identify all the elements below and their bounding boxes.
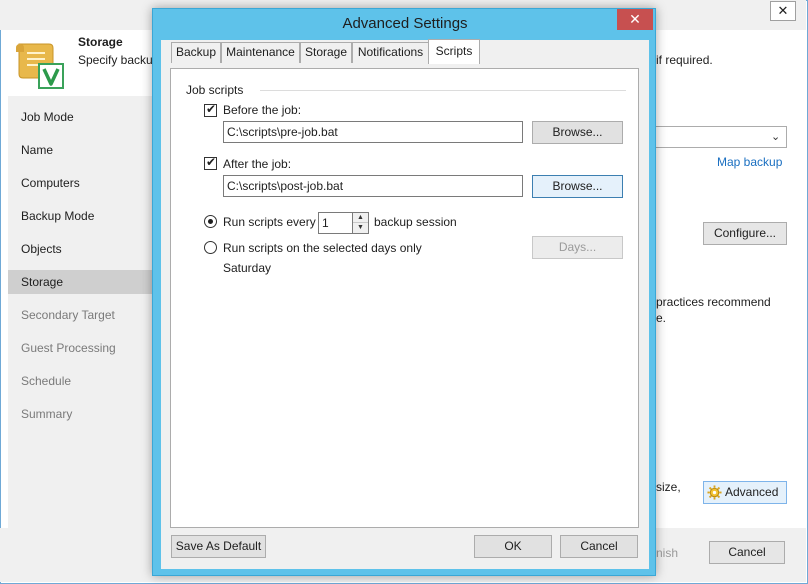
advanced-button[interactable]: Advanced (703, 481, 787, 504)
job-scripts-group-label: Job scripts (186, 83, 244, 97)
dialog-title: Advanced Settings (342, 15, 468, 32)
wizard-header-description: Specify backu (78, 53, 153, 67)
spin-down-icon[interactable]: ▼ (353, 223, 368, 233)
before-job-checkbox[interactable]: ✔ (204, 102, 217, 117)
sidebar-item-backup-mode[interactable]: Backup Mode (21, 209, 94, 223)
sidebar-item-guest-processing[interactable]: Guest Processing (21, 341, 116, 355)
run-every-value-input[interactable]: 1 (318, 212, 354, 234)
sidebar-item-computers[interactable]: Computers (21, 176, 80, 190)
close-icon: ✕ (629, 11, 641, 27)
group-divider (260, 90, 626, 91)
configure-button[interactable]: Configure... (703, 222, 787, 245)
wizard-close-button[interactable]: ✕ (770, 1, 796, 21)
sidebar-item-schedule[interactable]: Schedule (21, 374, 71, 388)
tab-storage[interactable]: Storage (300, 42, 352, 63)
ok-button[interactable]: OK (474, 535, 552, 558)
after-job-checkbox[interactable]: ✔ (204, 155, 217, 170)
run-every-stepper[interactable]: ▲ ▼ (352, 212, 369, 234)
sidebar-item-job-mode[interactable]: Job Mode (21, 110, 74, 124)
before-job-label: Before the job: (223, 103, 302, 117)
sidebar-item-storage[interactable]: Storage (21, 275, 63, 289)
tab-scripts[interactable]: Scripts (428, 39, 480, 64)
tab-maintenance[interactable]: Maintenance (221, 42, 300, 63)
selected-days-value: Saturday (223, 261, 272, 275)
close-icon: ✕ (777, 3, 789, 18)
after-job-label: After the job: (223, 157, 292, 171)
wizard-header-description-tail: if required. (656, 53, 713, 67)
checkmark-icon: ✔ (206, 102, 217, 116)
map-backup-link[interactable]: Map backup (717, 155, 782, 169)
tab-backup[interactable]: Backup (171, 42, 221, 63)
sidebar-item-objects[interactable]: Objects (21, 242, 62, 256)
run-days-label: Run scripts on the selected days only (223, 241, 422, 255)
dialog-cancel-button[interactable]: Cancel (560, 535, 638, 558)
run-every-suffix: backup session (374, 215, 457, 229)
run-days-radio[interactable] (204, 241, 217, 254)
storage-text-line3: size, (656, 480, 681, 494)
sidebar-item-secondary-target[interactable]: Secondary Target (21, 308, 115, 322)
backup-repository-select[interactable] (655, 126, 787, 148)
days-button[interactable]: Days... (532, 236, 623, 259)
chevron-down-icon: ⌄ (771, 131, 781, 143)
run-every-label: Run scripts every (223, 215, 316, 229)
finish-button[interactable]: nish (656, 546, 678, 560)
before-job-path-input[interactable]: C:\scripts\pre-job.bat (223, 121, 523, 143)
checkmark-icon: ✔ (206, 155, 217, 169)
wizard-cancel-button[interactable]: Cancel (709, 541, 785, 564)
after-job-path-input[interactable]: C:\scripts\post-job.bat (223, 175, 523, 197)
sidebar-item-summary[interactable]: Summary (21, 407, 72, 421)
after-job-browse-button[interactable]: Browse... (532, 175, 623, 198)
recommendation-text-line2: e. (656, 311, 667, 325)
tab-notifications[interactable]: Notifications (352, 42, 429, 63)
wizard-header-title: Storage (78, 35, 123, 49)
before-job-browse-button[interactable]: Browse... (532, 121, 623, 144)
save-as-default-button[interactable]: Save As Default (171, 535, 266, 558)
radio-selected-dot (208, 219, 213, 224)
sidebar-item-name[interactable]: Name (21, 143, 53, 157)
gear-icon (707, 485, 722, 500)
recommendation-text-line1: practices recommend (656, 295, 771, 309)
spin-up-icon[interactable]: ▲ (353, 213, 368, 223)
storage-scroll-icon (16, 43, 64, 89)
run-every-radio[interactable] (204, 215, 217, 228)
dialog-close-button[interactable]: ✕ (617, 9, 653, 30)
advanced-button-label: Advanced (725, 485, 779, 499)
